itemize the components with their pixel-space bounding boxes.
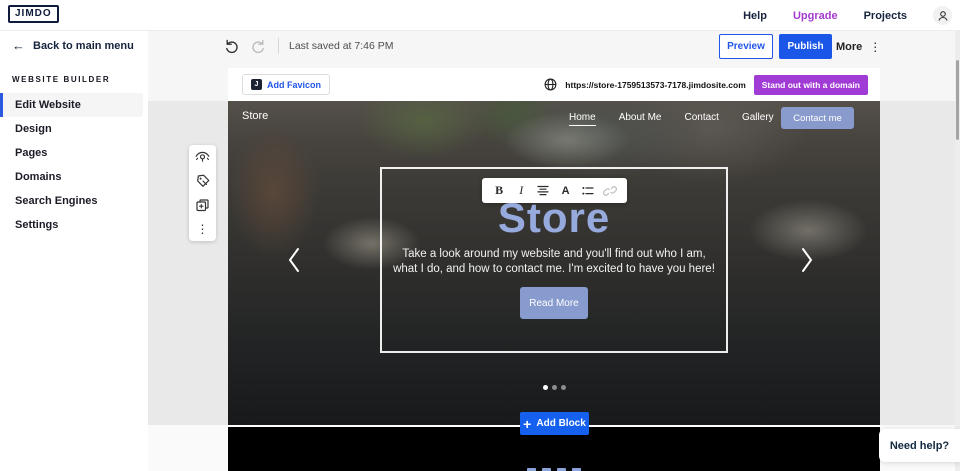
block-tools-panel: ⋮: [189, 145, 216, 241]
back-to-main-menu-button[interactable]: ← Back to main menu: [0, 31, 148, 60]
site-nav-contact[interactable]: Contact: [685, 112, 719, 126]
hero-body-text[interactable]: Take a look around my website and you'll…: [393, 247, 715, 277]
add-block-button[interactable]: + Add Block: [520, 412, 589, 435]
publish-button[interactable]: Publish: [779, 34, 832, 59]
need-help-button[interactable]: Need help?: [879, 429, 960, 462]
favicon-placeholder-icon: J: [251, 79, 262, 90]
more-label: More: [836, 41, 862, 53]
sidebar: ← Back to main menu WEBSITE BUILDER Edit…: [0, 31, 148, 471]
upgrade-link[interactable]: Upgrade: [793, 10, 838, 22]
site-url[interactable]: https://store-1759513573-7178.jimdosite.…: [565, 80, 745, 90]
carousel-next-button[interactable]: [799, 246, 815, 274]
account-avatar[interactable]: [933, 6, 952, 25]
carousel-dot-3[interactable]: [561, 385, 566, 390]
top-bar: JIMDO Help Upgrade Projects: [0, 0, 960, 31]
redo-button[interactable]: [250, 36, 270, 56]
site-nav-about-me[interactable]: About Me: [619, 112, 662, 126]
carousel-prev-button[interactable]: [286, 246, 302, 274]
add-favicon-button[interactable]: J Add Favicon: [242, 74, 330, 95]
plus-icon: +: [523, 417, 531, 431]
undo-icon: [224, 38, 240, 54]
contact-me-button[interactable]: Contact me: [781, 107, 854, 129]
jimdo-logo: JIMDO: [8, 5, 59, 23]
duplicate-block-button[interactable]: [189, 193, 216, 217]
read-more-button[interactable]: Read More: [520, 287, 588, 319]
sidebar-item-settings[interactable]: Settings: [0, 213, 143, 237]
undo-button[interactable]: [224, 36, 244, 56]
sidebar-item-pages[interactable]: Pages: [0, 141, 143, 165]
footer-content-peek: [228, 467, 880, 471]
sidebar-heading: WEBSITE BUILDER: [12, 75, 148, 84]
more-button[interactable]: More ⋮: [836, 34, 881, 59]
toolbar-divider: [278, 38, 279, 54]
stand-out-domain-button[interactable]: Stand out with a domain: [754, 75, 868, 95]
style-tag-icon: [196, 174, 210, 188]
kebab-menu-icon: ⋮: [869, 41, 881, 53]
preview-button[interactable]: Preview: [719, 34, 773, 59]
block-menu-button[interactable]: ⋮: [189, 217, 216, 241]
projects-link[interactable]: Projects: [864, 10, 907, 22]
website-preview: J Add Favicon https://store-1759513573-7…: [228, 68, 880, 471]
hero-title[interactable]: Store: [380, 194, 728, 242]
eye-icon: [195, 151, 210, 163]
site-nav-home[interactable]: Home: [569, 112, 596, 126]
add-block-label: Add Block: [536, 418, 585, 429]
style-block-button[interactable]: [189, 169, 216, 193]
redo-icon: [250, 38, 266, 54]
chevron-right-icon: [799, 246, 815, 274]
page-scrollbar: [955, 31, 960, 471]
back-label: Back to main menu: [33, 40, 134, 52]
site-nav: Home About Me Contact Gallery: [569, 112, 774, 126]
site-hero-section: Store Home About Me Contact Gallery Cont…: [228, 101, 880, 425]
jimdo-builder-app: JIMDO Help Upgrade Projects ← Back to ma…: [0, 0, 960, 471]
hide-block-button[interactable]: [189, 145, 216, 169]
editor-canvas: Last saved at 7:46 PM Preview Publish Mo…: [148, 31, 960, 471]
chevron-left-icon: [286, 246, 302, 274]
site-url-group: https://store-1759513573-7178.jimdosite.…: [544, 75, 868, 95]
sidebar-item-search-engines[interactable]: Search Engines: [0, 189, 143, 213]
duplicate-icon: [196, 199, 209, 212]
sidebar-item-domains[interactable]: Domains: [0, 165, 143, 189]
globe-icon: [544, 78, 557, 91]
add-favicon-label: Add Favicon: [267, 80, 321, 90]
site-logo[interactable]: Store: [242, 110, 268, 122]
last-saved-status: Last saved at 7:46 PM: [289, 40, 393, 52]
carousel-dot-2[interactable]: [552, 385, 557, 390]
block-kebab-icon: ⋮: [197, 223, 209, 235]
carousel-dot-1[interactable]: [543, 385, 548, 390]
scrollbar-thumb[interactable]: [956, 60, 959, 140]
site-nav-gallery[interactable]: Gallery: [742, 112, 774, 126]
sidebar-item-edit-website[interactable]: Edit Website: [0, 93, 143, 117]
carousel-dots: [228, 385, 880, 390]
site-address-bar: J Add Favicon https://store-1759513573-7…: [228, 68, 880, 101]
user-icon: [937, 10, 949, 22]
back-arrow-icon: ←: [12, 39, 25, 52]
help-link[interactable]: Help: [743, 10, 767, 22]
sidebar-item-design[interactable]: Design: [0, 117, 143, 141]
top-nav: Help Upgrade Projects: [743, 0, 952, 31]
